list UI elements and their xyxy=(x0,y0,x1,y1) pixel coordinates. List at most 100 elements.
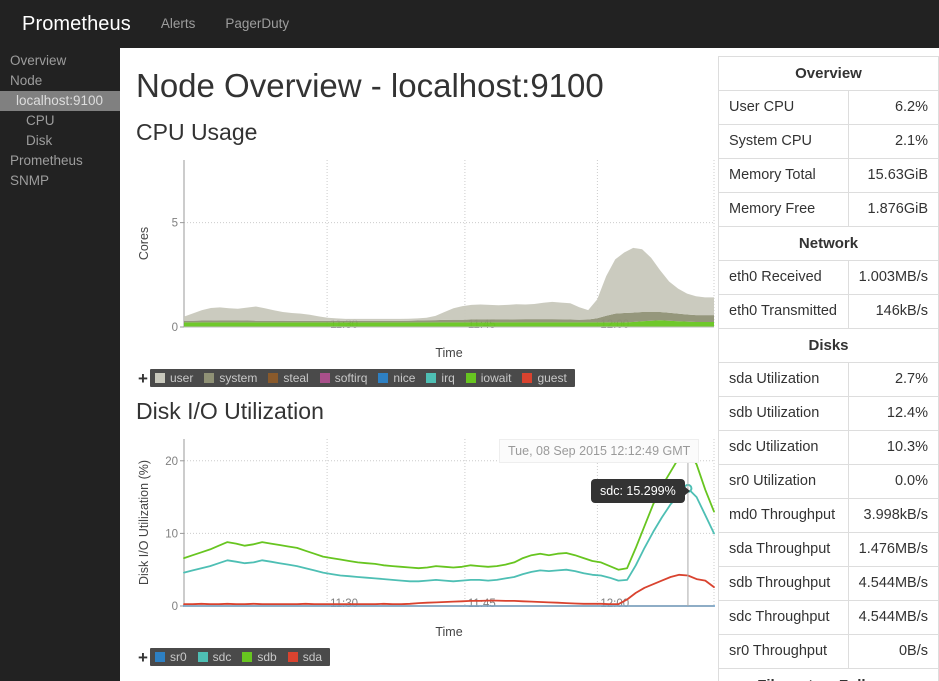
stats-row-key: sr0 Throughput xyxy=(718,634,849,669)
legend-label: system xyxy=(219,371,258,385)
legend-label: sdc xyxy=(212,650,232,664)
sidebar-item-overview[interactable]: Overview xyxy=(0,51,120,71)
stats-row-key: eth0 Transmitted xyxy=(718,294,849,329)
legend-swatch-icon xyxy=(426,373,437,383)
sidebar-item-node[interactable]: Node xyxy=(0,71,120,91)
stats-row-key: sdc Utilization xyxy=(718,430,849,465)
table-row: sdb Utilization 12.4% xyxy=(718,396,939,431)
stats-row-key: sda Utilization xyxy=(718,362,849,397)
sidebar-item-prometheus[interactable]: Prometheus xyxy=(0,151,120,171)
stats-row-value: 4.544MB/s xyxy=(847,566,939,601)
stats-table: Overview User CPU 6.2% System CPU 2.1% Memory… xyxy=(718,56,939,681)
stats-row-key: System CPU xyxy=(718,124,849,159)
stats-section-header-row: Disks xyxy=(718,328,939,363)
disk-io-chart-panel: Disk I/O Utilization 0 10 20 11:30 11:45 12:0… xyxy=(136,397,715,666)
legend-swatch-icon xyxy=(465,373,476,383)
sidebar-item-label: localhost:9100 xyxy=(16,93,104,108)
cpu-usage-chart-panel: CPU Usage 0511:3011:4512:0012:15TimeCore… xyxy=(136,118,715,387)
legend-item-sr0[interactable]: sr0 xyxy=(155,651,187,663)
svg-text:20: 20 xyxy=(165,456,178,468)
legend-swatch-icon xyxy=(319,373,330,383)
table-row: sr0 Utilization 0.0% xyxy=(718,464,939,499)
legend-item-nice[interactable]: nice xyxy=(378,372,415,384)
legend-swatch-icon xyxy=(197,652,208,662)
legend-item-user[interactable]: user xyxy=(155,372,193,384)
stats-section-header-row: Filesystem Fullness xyxy=(718,668,939,681)
cpu-legend: + user system steal softirq nice irq iowait gue… xyxy=(136,369,715,387)
sidebar-item-label: SNMP xyxy=(10,173,50,188)
stats-row-key: sdb Utilization xyxy=(718,396,849,431)
svg-text:Cores: Cores xyxy=(137,227,151,260)
nav-link-alerts[interactable]: Alerts xyxy=(146,0,211,48)
stats-row-key: sdb Throughput xyxy=(718,566,849,601)
stats-row-value: 1.003MB/s xyxy=(847,260,939,295)
cpu-legend-expand-icon[interactable]: + xyxy=(136,370,150,387)
stats-row-key: sdc Throughput xyxy=(718,600,849,635)
sidebar-item-disk[interactable]: Disk xyxy=(0,131,120,151)
disk-io-timestamp-legend: Tue, 08 Sep 2015 12:12:49 GMT xyxy=(499,439,700,463)
legend-label: user xyxy=(170,371,194,385)
table-row: sdc Throughput 4.544MB/s xyxy=(718,600,939,635)
stats-row-value: 2.1% xyxy=(847,124,939,159)
stats-row-value: 6.2% xyxy=(847,90,939,125)
sidebar-item-cpu[interactable]: CPU xyxy=(0,111,120,131)
stats-section-header-row: Network xyxy=(718,226,939,261)
sidebar-item-label: Overview xyxy=(10,53,67,68)
svg-text:Disk I/O Utilization (%): Disk I/O Utilization (%) xyxy=(137,460,151,585)
disk-io-point-tooltip: sdc: 15.299% xyxy=(591,479,690,503)
stats-row-key: Memory Total xyxy=(718,158,849,193)
sidebar-item-snmp[interactable]: SNMP xyxy=(0,171,120,191)
legend-item-guest[interactable]: guest xyxy=(522,371,567,385)
legend-label: sdb xyxy=(257,650,277,664)
disk-legend: + sr0 sdc sdb sda xyxy=(136,648,715,666)
stats-row-value: 3.998kB/s xyxy=(847,498,939,533)
legend-item-irq[interactable]: irq xyxy=(426,371,455,385)
legend-swatch-icon xyxy=(242,652,253,662)
sidebar: Overview Node localhost:9100 CPU Disk Prometh… xyxy=(0,48,120,681)
svg-text:5: 5 xyxy=(172,218,178,230)
svg-text:0: 0 xyxy=(172,601,178,613)
stats-section-header-row: Overview xyxy=(718,56,939,91)
stats-row-value: 0B/s xyxy=(847,634,939,669)
main-content: Node Overview - localhost:9100 CPU Usage… xyxy=(120,48,715,681)
legend-item-sda[interactable]: sda xyxy=(287,650,323,664)
table-row: System CPU 2.1% xyxy=(718,124,939,159)
disk-legend-expand-icon[interactable]: + xyxy=(136,649,150,666)
legend-swatch-icon xyxy=(268,373,279,383)
table-row: eth0 Transmitted 146kB/s xyxy=(718,294,939,329)
stats-row-value: 1.476MB/s xyxy=(847,532,939,567)
legend-label: nice xyxy=(393,371,416,385)
top-navbar: Prometheus Alerts PagerDuty xyxy=(0,0,939,48)
svg-text:0: 0 xyxy=(172,322,178,334)
legend-item-steal[interactable]: steal xyxy=(268,372,309,384)
svg-text:Time: Time xyxy=(435,346,462,360)
legend-label: iowait xyxy=(480,371,512,385)
legend-item-system[interactable]: system xyxy=(204,372,257,384)
stats-row-value: 10.3% xyxy=(847,430,939,465)
legend-label: guest xyxy=(537,371,567,385)
legend-label: irq xyxy=(441,371,455,385)
legend-swatch-icon xyxy=(204,373,215,383)
disk-io-chart[interactable]: 0102011:3011:4512:0012:15TimeDisk I/O Ut… xyxy=(136,431,715,646)
legend-item-sdb[interactable]: sdb xyxy=(242,650,277,664)
legend-item-softirq[interactable]: softirq xyxy=(319,371,368,385)
table-row: eth0 Received 1.003MB/s xyxy=(718,260,939,295)
table-row: sdc Utilization 10.3% xyxy=(718,430,939,465)
legend-swatch-icon xyxy=(155,373,165,383)
cpu-usage-heading: CPU Usage xyxy=(136,119,258,145)
table-row: sda Throughput 1.476MB/s xyxy=(718,532,939,567)
legend-label: softirq xyxy=(334,371,368,385)
legend-swatch-icon xyxy=(287,652,298,662)
legend-label: sr0 xyxy=(170,650,187,664)
brand-link[interactable]: Prometheus xyxy=(0,0,146,48)
stats-row-key: md0 Throughput xyxy=(718,498,849,533)
legend-item-sdc[interactable]: sdc xyxy=(197,650,232,664)
legend-label: sda xyxy=(302,650,323,664)
legend-item-iowait[interactable]: iowait xyxy=(465,371,512,385)
stats-row-value: 15.63GiB xyxy=(847,158,939,193)
sidebar-item-localhost-9100[interactable]: localhost:9100 xyxy=(0,91,120,111)
cpu-usage-chart[interactable]: 0511:3011:4512:0012:15TimeCores xyxy=(136,152,715,367)
stats-section-title: Filesystem Fullness xyxy=(718,668,939,681)
nav-link-pagerduty[interactable]: PagerDuty xyxy=(210,0,304,48)
disk-io-heading: Disk I/O Utilization xyxy=(136,398,324,424)
